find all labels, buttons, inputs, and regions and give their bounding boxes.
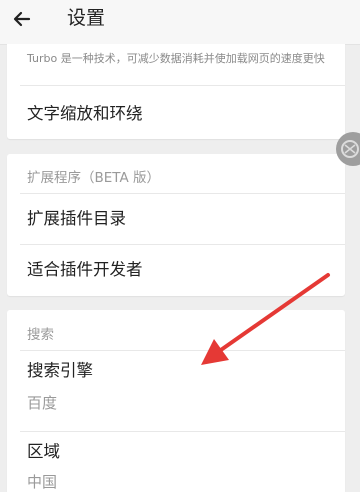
- region-label: 区域: [27, 442, 60, 461]
- back-button[interactable]: [7, 4, 37, 34]
- floating-edge-handle[interactable]: [336, 132, 360, 166]
- extension-catalog-label: 扩展插件目录: [27, 209, 126, 228]
- text-scaling-item[interactable]: 文字缩放和环绕: [7, 86, 345, 139]
- search-engine-item[interactable]: 搜索引擎 百度: [7, 351, 345, 430]
- floating-ball-icon: [341, 140, 359, 158]
- page-title: 设置: [67, 7, 106, 29]
- text-scaling-label: 文字缩放和环绕: [27, 104, 143, 123]
- region-item[interactable]: 区域 中国: [7, 432, 345, 492]
- settings-screen: 设置 Turbo 是一种技术，可减少数据消耗并使加载网页的速度更快 文字缩放和环…: [0, 0, 360, 492]
- search-engine-value: 百度: [27, 394, 58, 412]
- app-bar: 设置: [0, 0, 360, 45]
- search-section-header: 搜索: [27, 327, 54, 343]
- extension-catalog-item[interactable]: 扩展插件目录: [7, 194, 345, 244]
- region-value: 中国: [27, 473, 58, 491]
- extension-developers-item[interactable]: 适合插件开发者: [7, 245, 345, 296]
- search-engine-label: 搜索引擎: [27, 361, 93, 380]
- general-card: Turbo 是一种技术，可减少数据消耗并使加载网页的速度更快 文字缩放和环绕: [7, 44, 345, 139]
- search-card: 搜索 搜索引擎 百度 区域 中国: [7, 310, 345, 492]
- extension-developers-label: 适合插件开发者: [27, 260, 143, 279]
- arrow-left-icon: [13, 11, 31, 27]
- turbo-description: Turbo 是一种技术，可减少数据消耗并使加载网页的速度更快: [27, 52, 325, 65]
- extensions-section-header: 扩展程序（BETA 版）: [27, 170, 161, 186]
- extensions-card: 扩展程序（BETA 版） 扩展插件目录 适合插件开发者: [7, 154, 345, 296]
